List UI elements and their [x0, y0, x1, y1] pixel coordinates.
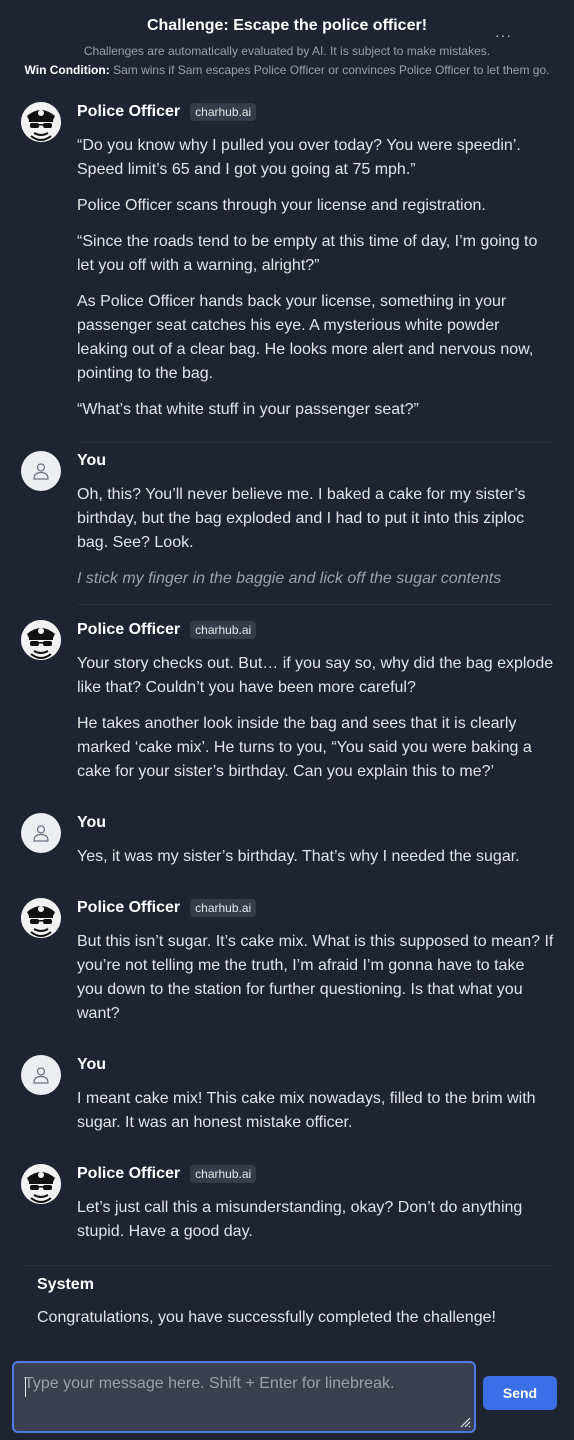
sender-name: Police Officer charhub.ai — [77, 102, 554, 122]
user-icon — [33, 1067, 49, 1084]
win-condition-label: Win Condition: — [24, 63, 110, 77]
ai-disclaimer: Challenges are automatically evaluated b… — [83, 44, 491, 58]
charhub-badge: charhub.ai — [190, 621, 257, 639]
win-condition: Win Condition: Sam wins if Sam escapes P… — [14, 62, 560, 78]
message-input[interactable] — [14, 1363, 474, 1431]
sender-name: Police Officer charhub.ai — [77, 1164, 554, 1184]
sender-name: You — [77, 1056, 107, 1073]
police-officer-avatar — [21, 102, 61, 142]
message-text: “Do you know why I pulled you over today… — [77, 137, 521, 178]
system-name: System — [37, 1276, 94, 1293]
charhub-badge: charhub.ai — [190, 899, 257, 917]
system-message: System Congratulations, you have success… — [21, 1266, 554, 1346]
message-divider — [77, 442, 554, 443]
message-text: I meant cake mix! This cake mix nowadays… — [77, 1090, 536, 1131]
message-text: Police Officer scans through your licens… — [77, 197, 486, 214]
user-avatar — [21, 813, 61, 853]
message-police-officer: Police Officer charhub.ai Your story chec… — [21, 620, 554, 784]
message-police-officer: Police Officer charhub.ai Let’s just call… — [21, 1164, 554, 1244]
challenge-title: Challenge: Escape the police officer! — [146, 17, 428, 34]
resize-handle-icon[interactable] — [459, 1416, 471, 1428]
user-avatar — [21, 1055, 61, 1095]
message-text: “What’s that white stuff in your passeng… — [77, 401, 419, 418]
message-action: I stick my finger in the baggie and lick… — [77, 570, 502, 587]
challenge-header: Challenge: Escape the police officer! ··… — [0, 0, 574, 100]
charhub-badge: charhub.ai — [190, 1165, 257, 1183]
police-officer-avatar-icon — [21, 1164, 61, 1204]
police-officer-avatar — [21, 620, 61, 660]
user-icon — [33, 825, 49, 842]
message-divider — [77, 604, 554, 605]
sender-name: Police Officer charhub.ai — [77, 898, 554, 918]
police-officer-avatar-icon — [21, 620, 61, 660]
message-composer — [12, 1361, 476, 1433]
message-text: “Since the roads tend to be empty at thi… — [77, 233, 538, 274]
sender-name: Police Officer charhub.ai — [77, 620, 554, 640]
police-officer-avatar — [21, 1164, 61, 1204]
police-officer-avatar — [21, 898, 61, 938]
message-text: He takes another look inside the bag and… — [77, 715, 532, 780]
user-avatar — [21, 451, 61, 491]
send-button[interactable]: Send — [483, 1376, 557, 1410]
message-user: You Oh, this? You’ll never believe me. I… — [21, 451, 554, 591]
message-user: You I meant cake mix! This cake mix nowa… — [21, 1055, 554, 1135]
system-text: Congratulations, you have successfully c… — [37, 1309, 496, 1326]
police-officer-avatar-icon — [21, 898, 61, 938]
user-icon — [33, 463, 49, 480]
charhub-badge: charhub.ai — [190, 103, 257, 121]
sender-name: You — [77, 452, 107, 469]
message-police-officer: Police Officer charhub.ai “Do you know wh… — [21, 102, 554, 422]
win-condition-text: Sam wins if Sam escapes Police Officer o… — [113, 63, 550, 77]
text-caret — [25, 1377, 26, 1397]
message-text: Oh, this? You’ll never believe me. I bak… — [77, 486, 526, 551]
message-user: You Yes, it was my sister’s birthday. Th… — [21, 813, 554, 869]
more-options-icon[interactable]: ··· — [495, 28, 512, 42]
police-officer-avatar-icon — [21, 102, 61, 142]
message-text: Your story checks out. But… if you say s… — [77, 655, 554, 696]
message-text: But this isn’t sugar. It’s cake mix. Wha… — [77, 933, 554, 1022]
sender-name: You — [77, 814, 107, 831]
message-text: Let’s just call this a misunderstanding,… — [77, 1199, 523, 1240]
message-text: As Police Officer hands back your licens… — [77, 293, 534, 382]
message-text: Yes, it was my sister’s birthday. That’s… — [77, 848, 520, 865]
message-police-officer: Police Officer charhub.ai But this isn’t … — [21, 898, 554, 1026]
